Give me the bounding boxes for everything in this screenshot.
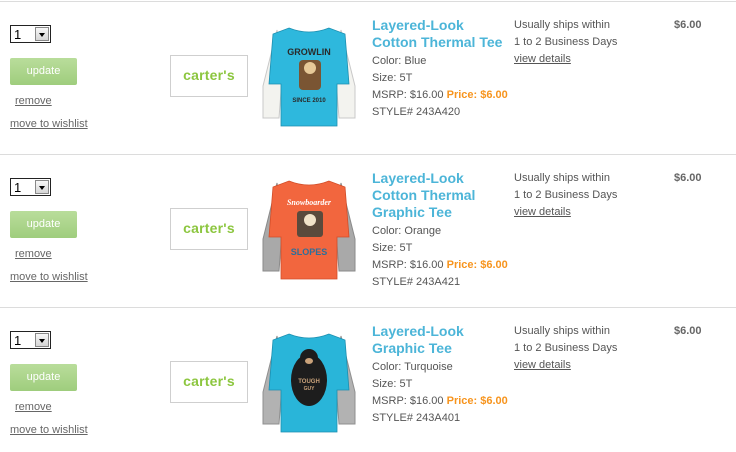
product-details: Color: Orange Size: 5T MSRP: $16.00 Pric…: [372, 223, 512, 291]
product-color: Color: Orange: [372, 225, 442, 237]
cart-item-row: 1 update remove move to wishlist carter'…: [0, 1, 736, 154]
move-to-wishlist-link[interactable]: move to wishlist: [10, 271, 88, 283]
msrp: MSRP: $16.00: [372, 395, 444, 407]
product-title-link[interactable]: Layered-Look Cotton Thermal Tee: [372, 17, 510, 51]
remove-link[interactable]: remove: [15, 95, 52, 107]
product-size: Size: 5T: [372, 378, 413, 390]
update-button[interactable]: update: [10, 211, 77, 238]
brand-logo: carter's: [170, 55, 248, 97]
product-title-link[interactable]: Layered-Look Graphic Tee: [372, 323, 510, 357]
shirt-graphic-subtext: GUY: [304, 386, 316, 392]
shirt-graphic-text: GROWLIN: [287, 47, 331, 57]
shirt-graphic-face: [304, 62, 316, 74]
quantity-value: 1: [14, 180, 22, 195]
move-to-wishlist-link[interactable]: move to wishlist: [10, 118, 88, 130]
product-style: STYLE# 243A420: [372, 106, 461, 118]
remove-link[interactable]: remove: [15, 248, 52, 260]
product-pricing: MSRP: $16.00 Price: $6.00: [372, 257, 512, 274]
brand-logo-text: carter's: [183, 67, 235, 83]
shipping-line: Usually ships within: [514, 325, 610, 337]
chevron-down-icon[interactable]: [35, 180, 49, 194]
brand-logo: carter's: [170, 361, 248, 403]
shipping-info: Usually ships within 1 to 2 Business Day…: [514, 17, 644, 68]
brand-logo-text: carter's: [183, 220, 235, 236]
shirt-graphic-face: [304, 214, 316, 226]
update-button[interactable]: update: [10, 58, 77, 85]
shopping-cart: 1 update remove move to wishlist carter'…: [0, 0, 736, 452]
shirt-graphic-muzzle: [305, 358, 313, 364]
sale-price: Price: $6.00: [446, 395, 508, 407]
product-color: Color: Turquoise: [372, 361, 453, 373]
product-details: Color: Blue Size: 5T MSRP: $16.00 Price:…: [372, 53, 512, 121]
product-style: STYLE# 243A401: [372, 412, 461, 424]
sale-price: Price: $6.00: [446, 89, 508, 101]
shirt-graphic-text: Snowboarder: [287, 198, 332, 207]
quantity-select[interactable]: 1: [10, 178, 51, 196]
view-details-link[interactable]: view details: [514, 206, 571, 218]
quantity-value: 1: [14, 333, 22, 348]
update-button[interactable]: update: [10, 364, 77, 391]
shipping-info: Usually ships within 1 to 2 Business Day…: [514, 170, 644, 221]
msrp: MSRP: $16.00: [372, 259, 444, 271]
move-to-wishlist-link[interactable]: move to wishlist: [10, 424, 88, 436]
chevron-down-icon[interactable]: [35, 27, 49, 41]
product-pricing: MSRP: $16.00 Price: $6.00: [372, 393, 512, 410]
shirt-graphic-subtext: SINCE 2010: [292, 98, 326, 104]
shipping-line: 1 to 2 Business Days: [514, 342, 618, 354]
brand-logo: carter's: [170, 208, 248, 250]
product-color: Color: Blue: [372, 55, 427, 67]
line-total: $6.00: [674, 19, 702, 31]
shipping-line: 1 to 2 Business Days: [514, 36, 618, 48]
shipping-info: Usually ships within 1 to 2 Business Day…: [514, 323, 644, 374]
brand-logo-text: carter's: [183, 373, 235, 389]
shirt-graphic-subtext: SLOPES: [291, 247, 328, 257]
product-title-link[interactable]: Layered-Look Cotton Thermal Graphic Tee: [372, 170, 510, 221]
cart-item-row: 1 update remove move to wishlist carter'…: [0, 154, 736, 307]
cart-item-row: 1 update remove move to wishlist carter'…: [0, 307, 736, 452]
quantity-select[interactable]: 1: [10, 331, 51, 349]
product-image[interactable]: GROWLIN SINCE 2010: [259, 22, 359, 130]
product-pricing: MSRP: $16.00 Price: $6.00: [372, 87, 512, 104]
view-details-link[interactable]: view details: [514, 53, 571, 65]
line-total: $6.00: [674, 325, 702, 337]
product-style: STYLE# 243A421: [372, 276, 461, 288]
product-image[interactable]: TOUGH GUY: [259, 328, 359, 436]
line-total: $6.00: [674, 172, 702, 184]
remove-link[interactable]: remove: [15, 401, 52, 413]
chevron-down-icon[interactable]: [35, 333, 49, 347]
product-size: Size: 5T: [372, 242, 413, 254]
shirt-graphic-text: TOUGH: [298, 379, 320, 385]
view-details-link[interactable]: view details: [514, 359, 571, 371]
quantity-value: 1: [14, 27, 22, 42]
product-size: Size: 5T: [372, 72, 413, 84]
sale-price: Price: $6.00: [446, 259, 508, 271]
shipping-line: 1 to 2 Business Days: [514, 189, 618, 201]
product-details: Color: Turquoise Size: 5T MSRP: $16.00 P…: [372, 359, 512, 427]
shipping-line: Usually ships within: [514, 172, 610, 184]
quantity-select[interactable]: 1: [10, 25, 51, 43]
shipping-line: Usually ships within: [514, 19, 610, 31]
msrp: MSRP: $16.00: [372, 89, 444, 101]
product-image[interactable]: Snowboarder SLOPES: [259, 175, 359, 283]
